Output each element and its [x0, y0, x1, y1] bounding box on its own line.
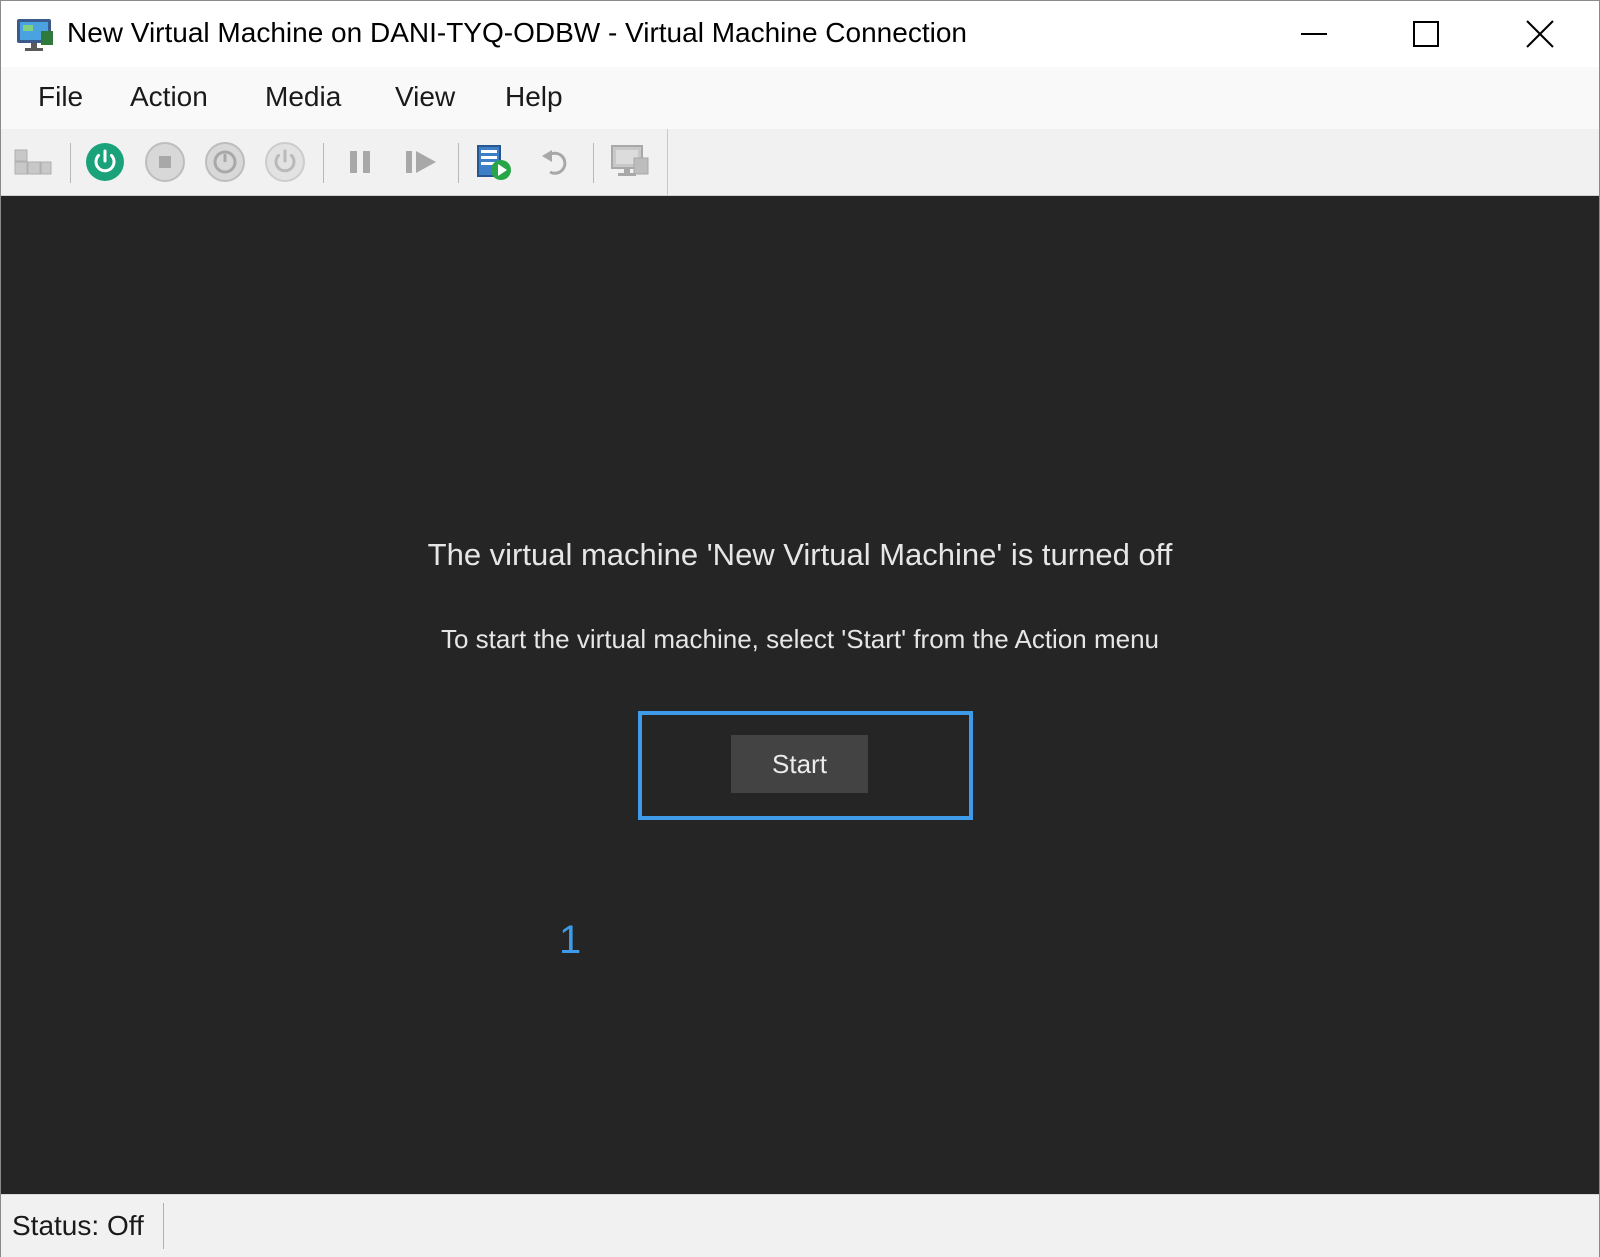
- vm-connection-window: New Virtual Machine on DANI-TYQ-ODBW - V…: [0, 0, 1600, 1257]
- turn-off-icon: [145, 142, 185, 182]
- pause-button[interactable]: [338, 140, 382, 184]
- close-icon: [1526, 20, 1554, 48]
- minimize-button[interactable]: [1258, 1, 1370, 67]
- ctrl-alt-del-icon: [14, 149, 52, 175]
- toolbar-separator: [593, 143, 594, 183]
- status-text: Status: Off: [12, 1210, 144, 1241]
- vm-display-area[interactable]: The virtual machine 'New Virtual Machine…: [1, 196, 1599, 1194]
- toolbar-group: [1, 129, 668, 195]
- enhanced-session-button[interactable]: [608, 140, 652, 184]
- shut-down-button[interactable]: [203, 140, 247, 184]
- vm-off-instructions: To start the virtual machine, select 'St…: [440, 624, 1160, 654]
- status-bar: Status: Off: [1, 1194, 1599, 1257]
- checkpoint-icon: [477, 145, 511, 180]
- vm-connection-icon: [17, 19, 53, 51]
- enhanced-session-icon: [611, 145, 649, 176]
- toolbar-separator: [323, 143, 324, 183]
- menu-media[interactable]: Media: [265, 81, 341, 113]
- turn-off-button[interactable]: [143, 140, 187, 184]
- menu-file[interactable]: File: [38, 81, 83, 113]
- resume-button[interactable]: [399, 140, 443, 184]
- start-button[interactable]: Start: [731, 735, 868, 793]
- menu-action[interactable]: Action: [130, 81, 208, 113]
- toolbar-separator: [458, 143, 459, 183]
- title-bar[interactable]: New Virtual Machine on DANI-TYQ-ODBW - V…: [1, 1, 1599, 67]
- window-title: New Virtual Machine on DANI-TYQ-ODBW - V…: [67, 17, 967, 48]
- minimize-icon: [1301, 33, 1327, 35]
- maximize-button[interactable]: [1370, 1, 1482, 67]
- save-state-button[interactable]: [263, 140, 307, 184]
- status-separator: [163, 1203, 164, 1249]
- shut-down-icon: [205, 142, 245, 182]
- revert-button[interactable]: [534, 140, 578, 184]
- save-state-icon: [265, 142, 305, 182]
- pause-icon: [350, 151, 370, 173]
- vm-off-message: The virtual machine 'New Virtual Machine…: [427, 537, 1173, 572]
- start-icon: [86, 143, 124, 181]
- ctrl-alt-del-button[interactable]: [11, 140, 55, 184]
- revert-icon: [542, 150, 567, 175]
- menu-help[interactable]: Help: [505, 81, 563, 113]
- menu-bar: File Action Media View Help: [1, 67, 1599, 129]
- toolbar: [1, 129, 1599, 196]
- close-button[interactable]: [1484, 1, 1596, 67]
- checkpoint-button[interactable]: [472, 140, 516, 184]
- start-toolbar-button[interactable]: [83, 140, 127, 184]
- resume-icon: [406, 151, 436, 173]
- toolbar-separator: [70, 143, 71, 183]
- maximize-icon: [1413, 21, 1439, 47]
- annotation-number: 1: [559, 918, 582, 962]
- menu-view[interactable]: View: [395, 81, 455, 113]
